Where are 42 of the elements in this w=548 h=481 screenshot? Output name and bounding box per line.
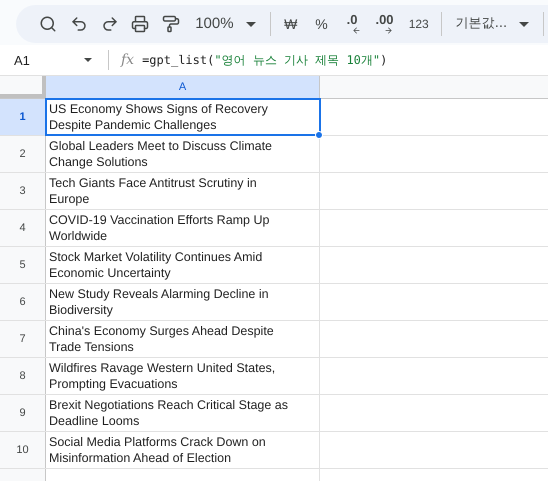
print-icon: [131, 15, 150, 33]
caret-icon: [519, 22, 530, 26]
column-header[interactable]: A: [46, 76, 320, 98]
table-cell[interactable]: New Study Reveals Alarming Decline in Biodiversity: [46, 284, 320, 320]
percent-button[interactable]: %: [307, 8, 336, 40]
undo-icon: [70, 15, 88, 33]
zoom-dropdown[interactable]: 100%: [187, 8, 264, 40]
table-cell[interactable]: US Economy Shows Signs of Recovery Despite Pandemic Challenges: [46, 99, 320, 136]
row-header[interactable]: 5: [0, 247, 46, 284]
row-header[interactable]: 9: [0, 395, 46, 432]
row-header[interactable]: 4: [0, 210, 46, 246]
font-dropdown[interactable]: 기본값...: [448, 8, 538, 40]
number-format-button[interactable]: 123: [402, 8, 435, 40]
row-header[interactable]: 2: [0, 136, 46, 172]
caret-icon: [84, 58, 92, 62]
table-cell[interactable]: Tech Giants Face Antitrust Scrutiny in Europe: [46, 173, 320, 210]
arrow-left-icon: [352, 26, 361, 35]
table-cell[interactable]: Wildfires Ravage Western United States, Prompting Evacuations: [46, 358, 320, 394]
table-cell[interactable]: COVID-19 Vaccination Efforts Ramp Up Worldwide: [46, 210, 320, 246]
paint-roller-icon: [162, 15, 180, 33]
row-header[interactable]: 10: [0, 432, 46, 468]
row-header[interactable]: 1: [0, 99, 46, 136]
name-box[interactable]: A1: [0, 50, 100, 70]
arrow-right-icon: [384, 26, 393, 35]
redo-icon: [100, 15, 119, 33]
table-cell[interactable]: Brexit Negotiations Reach Critical Stage as Deadline Looms: [46, 395, 320, 432]
table-cell[interactable]: China's Economy Surges Ahead Despite Trade Tensions: [46, 321, 320, 358]
increase-decimal-button[interactable]: .00: [368, 8, 401, 40]
caret-icon: [246, 22, 256, 26]
table-cell[interactable]: Global Leaders Meet to Discuss Climate Change Solutions: [46, 136, 320, 172]
decrease-decimal-button[interactable]: .0: [338, 8, 366, 40]
formula-text[interactable]: =gpt_list("영어 뉴스 기사 제목 10개"): [142, 51, 388, 70]
search-icon: [39, 15, 58, 33]
fill-handle[interactable]: [315, 131, 323, 140]
fx-label: fx: [121, 50, 134, 70]
row-header[interactable]: 3: [0, 173, 46, 210]
row-header[interactable]: 7: [0, 321, 46, 358]
table-cell[interactable]: Social Media Platforms Crack Down on Misinformation Ahead of Election: [46, 432, 320, 468]
row-header[interactable]: 6: [0, 284, 46, 320]
row-header[interactable]: 8: [0, 358, 46, 394]
currency-button[interactable]: ₩: [276, 8, 306, 40]
table-cell[interactable]: Stock Market Volatility Continues Amid Economic Uncertainty: [46, 247, 320, 284]
